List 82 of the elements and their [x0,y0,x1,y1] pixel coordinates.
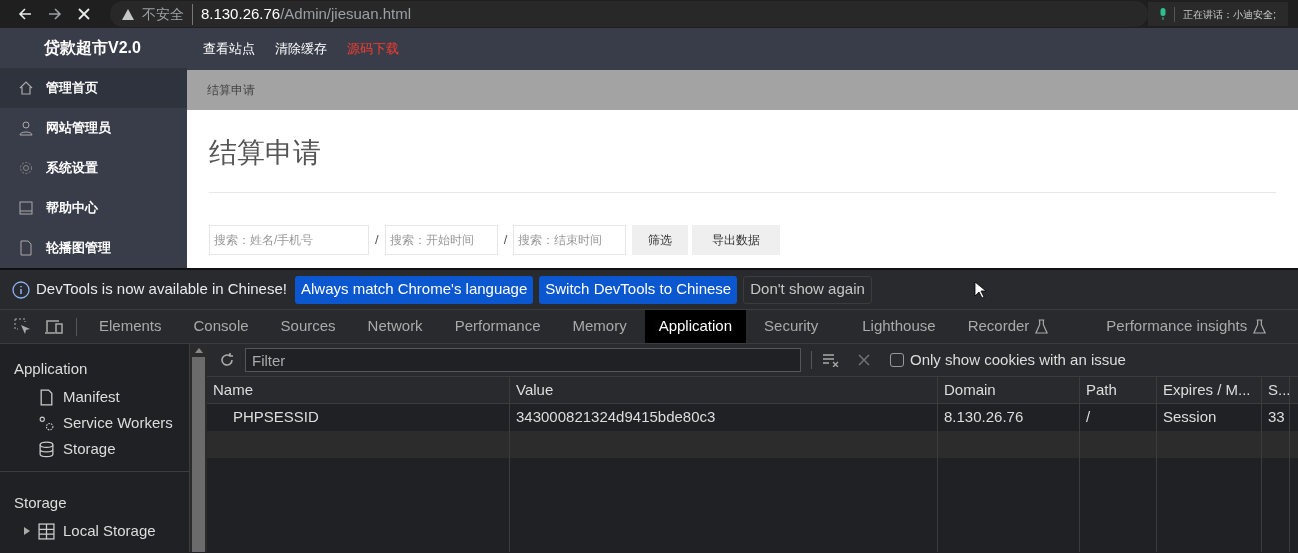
nav-link[interactable]: 清除缓存 [275,39,327,59]
security-label: 不安全 [141,3,193,25]
filter-button[interactable]: 筛选 [632,225,689,255]
clear-filter-icon[interactable] [822,353,840,367]
section-title: Storage [13,492,68,513]
search-field[interactable]: 搜索：开始时间 [384,225,498,255]
column-header: Expires / M... [1163,379,1251,400]
sidebar-item[interactable]: Manifest [0,384,189,411]
brand-title: 贷款超市V2.0 [44,38,141,59]
gears-icon [38,415,55,432]
devtools-tab[interactable]: Network [353,310,437,343]
table-cell-text: 8.130.26.76 [944,407,1024,428]
home-icon [18,80,34,96]
inspect-icon[interactable] [14,317,32,336]
table-icon [38,522,55,540]
breadcrumb: 结算申请 [207,82,255,99]
table-cell-text: 343000821324d9415bde80c3 [516,407,716,428]
column-header: Path [1086,379,1117,400]
nav-link[interactable]: 查看站点 [203,39,255,59]
flask-icon [1035,319,1049,334]
device-toolbar-icon[interactable] [44,318,64,335]
file-icon [18,240,34,256]
table-cell-text: Session [1163,407,1217,428]
devtools-tab[interactable]: Memory [558,310,641,343]
devtools-tab[interactable]: Lighthouse [848,310,950,343]
user-icon [18,120,34,136]
database-icon [38,441,55,458]
search-field[interactable]: 搜索：姓名/手机号 [209,225,369,255]
scrollbar-thumb[interactable] [192,357,205,552]
forward-icon[interactable] [47,7,62,21]
microphone-icon [1160,8,1167,20]
separator: / [375,231,379,250]
devtools-tab[interactable]: Performance insights [1092,310,1281,343]
devtools-tab[interactable]: Recorder [953,310,1063,343]
devtools-tab[interactable]: Security [750,310,833,343]
column-header: Domain [944,379,996,400]
search-field[interactable]: 搜索：结束时间 [513,225,627,255]
sidebar-item[interactable]: 网站管理员 [0,108,187,148]
devtools-tab[interactable]: Elements [85,310,176,343]
file-icon [38,389,55,406]
expand-icon[interactable] [24,527,30,535]
column-header: Value [516,379,554,400]
info-button[interactable]: Don't show again [743,275,872,304]
filter-button[interactable]: 导出数据 [692,225,781,255]
page-heading: 结算申请 [209,137,321,168]
devtools-tab[interactable]: Application [644,310,747,343]
sidebar-item[interactable]: Local Storage [0,518,189,544]
table-cell-text: PHPSESSID [233,407,319,428]
sidebar-item[interactable]: 轮播图管理 [0,228,187,268]
url-path: /Admin/jiesuan.html [280,4,412,22]
section-title: Application [13,359,89,379]
checkbox-label: Only show cookies with an issue [910,349,1126,370]
scroll-up-icon[interactable] [194,348,203,353]
speaking-label: 正在讲话：小迪安全; [1174,6,1276,22]
url-host: 8.130.26.76 [200,4,281,22]
filter-field[interactable]: Filter [245,348,801,372]
separator: / [503,231,508,250]
devtools-tab[interactable]: Sources [266,310,350,343]
info-button[interactable]: Switch DevTools to Chinese [539,275,738,304]
flask-icon [1253,319,1267,334]
sidebar-item[interactable]: 管理首页 [0,68,187,108]
sidebar-item[interactable]: Storage [0,436,189,463]
cursor-icon [973,280,986,299]
info-icon [12,280,30,299]
devtools-tab[interactable]: Console [179,310,263,343]
address-bar[interactable]: 不安全 8.130.26.76/Admin/jiesuan.html [109,1,1149,27]
column-header: Name [213,379,253,400]
devtools-tab[interactable]: Performance [440,310,555,343]
info-message: DevTools is now available in Chinese! [36,279,287,300]
warning-icon [121,8,134,20]
column-header: S... [1268,379,1291,400]
book-icon [18,200,34,216]
back-icon[interactable] [18,7,32,21]
checkbox[interactable] [890,353,904,367]
refresh-icon[interactable] [219,352,235,368]
sidebar-item[interactable]: Service Workers [0,410,189,437]
sidebar-item[interactable]: 帮助中心 [0,188,187,228]
sidebar-item[interactable]: 系统设置 [0,148,187,188]
info-button[interactable]: Always match Chrome's language [294,275,534,304]
gear-icon [18,160,34,176]
table-cell-text: / [1086,407,1091,428]
table-cell-text: 33 [1268,407,1285,428]
